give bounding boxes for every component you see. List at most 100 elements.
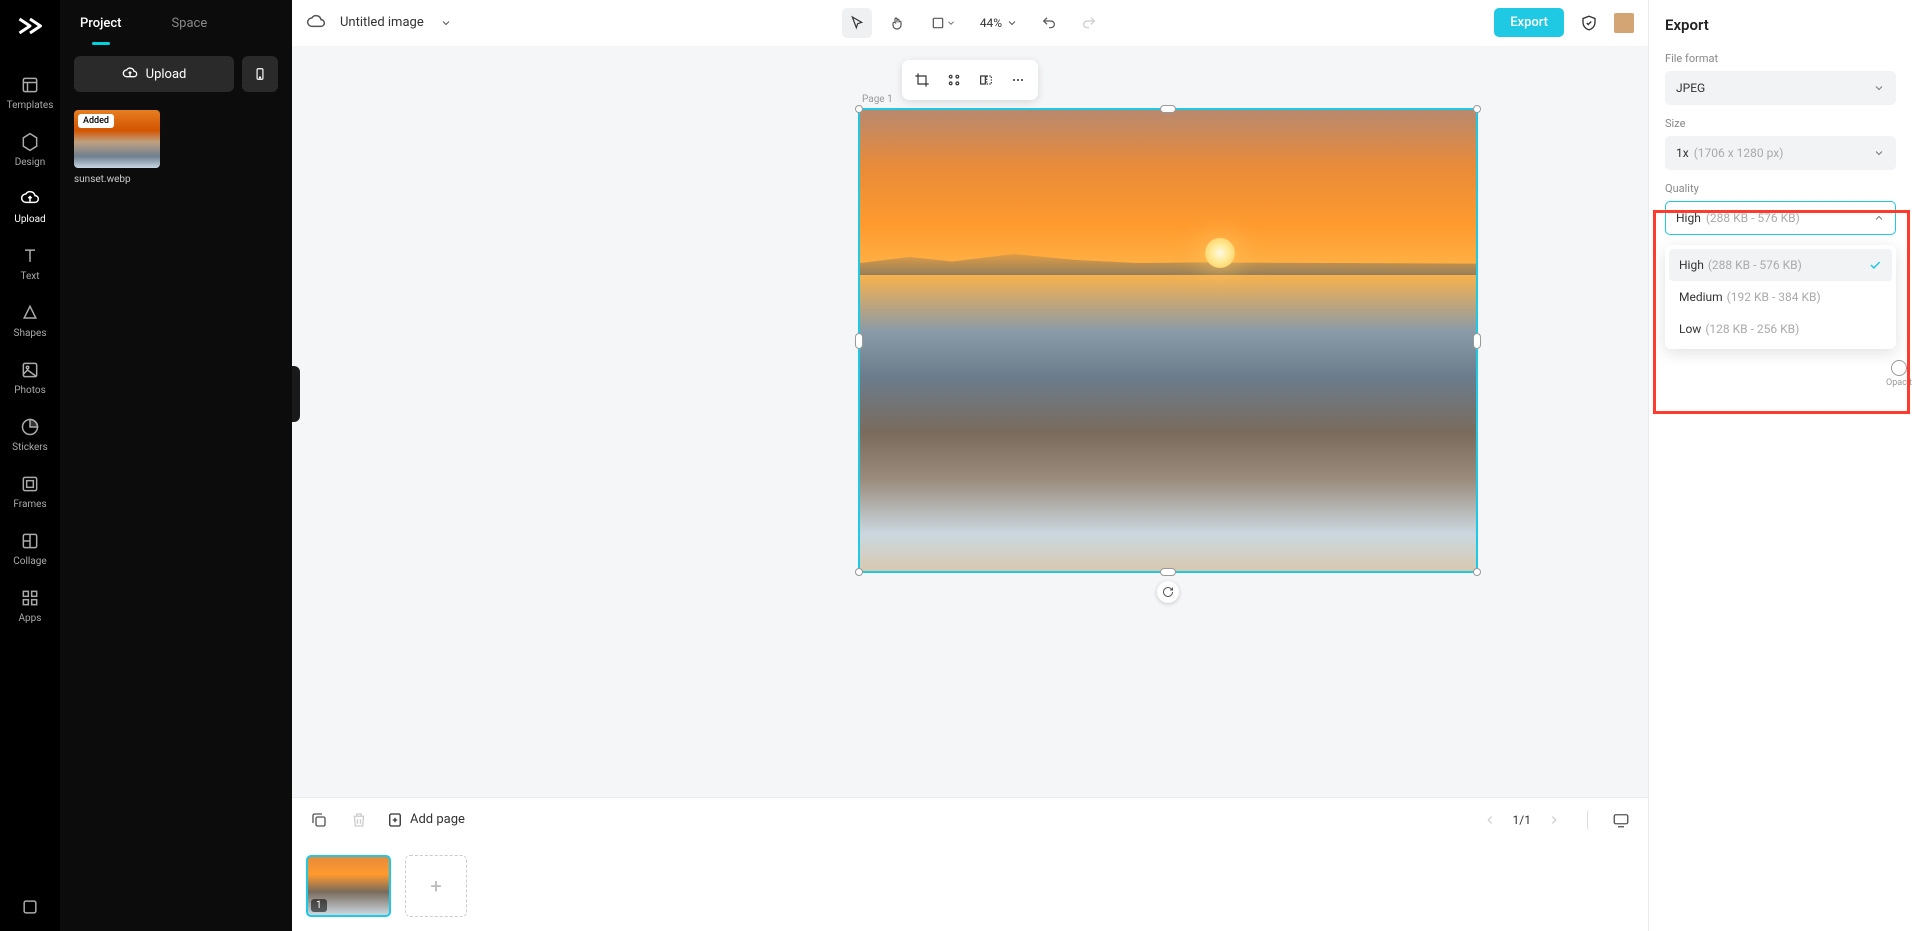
- rotate-handle[interactable]: [1157, 581, 1179, 603]
- assets-panel: Project Space Upload Added sunset.webp: [60, 0, 292, 931]
- page-label: Page 1: [862, 94, 893, 105]
- add-page-button[interactable]: Add page: [386, 811, 465, 829]
- canvas-size-button[interactable]: [928, 8, 958, 38]
- hand-tool[interactable]: [882, 8, 912, 38]
- chevron-down-icon[interactable]: [1006, 17, 1018, 29]
- rail-photos[interactable]: Photos: [0, 349, 60, 406]
- more-button[interactable]: [1004, 66, 1032, 94]
- opacity-control-peek: Opacit: [1886, 360, 1912, 388]
- user-avatar[interactable]: [1614, 13, 1634, 33]
- export-button[interactable]: Export: [1494, 8, 1564, 37]
- quality-option-low[interactable]: Low (128 KB - 256 KB): [1669, 313, 1892, 345]
- rail-label: Photos: [14, 385, 46, 396]
- rail-design[interactable]: Design: [0, 121, 60, 178]
- mobile-upload-button[interactable]: [242, 56, 278, 92]
- chevron-up-icon: [1873, 212, 1885, 224]
- present-button[interactable]: [1608, 807, 1634, 833]
- chevron-down-icon: [1873, 82, 1885, 94]
- size-select[interactable]: 1x (1706 x 1280 px): [1665, 136, 1896, 170]
- title-chevron-icon[interactable]: [440, 17, 452, 29]
- duplicate-page-button[interactable]: [306, 807, 332, 833]
- cloud-sync-icon[interactable]: [306, 13, 326, 33]
- crop-button[interactable]: [908, 66, 936, 94]
- option-name: Low: [1679, 322, 1701, 336]
- frame-icon: [930, 15, 946, 31]
- prev-page-button: [1477, 807, 1503, 833]
- rail-label: Templates: [7, 100, 54, 111]
- chevron-down-icon: [946, 18, 956, 28]
- panel-tabs: Project Space: [60, 0, 292, 46]
- frames-icon: [19, 473, 41, 495]
- undo-button[interactable]: [1034, 8, 1064, 38]
- option-hint: (192 KB - 384 KB): [1727, 290, 1821, 304]
- apps-icon: [19, 587, 41, 609]
- resize-handle-ml[interactable]: [855, 333, 863, 349]
- hand-icon: [889, 15, 905, 31]
- zoom-level[interactable]: 44%: [980, 16, 1002, 30]
- upload-button[interactable]: Upload: [74, 56, 234, 92]
- add-page-label: Add page: [410, 812, 465, 827]
- rail-label: Design: [15, 157, 46, 168]
- tab-project[interactable]: Project: [80, 2, 121, 45]
- select-tool[interactable]: [842, 8, 872, 38]
- next-page-button: [1541, 807, 1567, 833]
- rail-bottom-button[interactable]: [20, 883, 40, 931]
- tab-space[interactable]: Space: [171, 2, 207, 45]
- rail-collage[interactable]: Collage: [0, 520, 60, 577]
- rail-label: Apps: [19, 613, 42, 624]
- trash-icon: [350, 811, 368, 829]
- rail-shapes[interactable]: Shapes: [0, 292, 60, 349]
- resize-handle-mr[interactable]: [1473, 333, 1481, 349]
- asset-item[interactable]: Added sunset.webp: [74, 110, 160, 185]
- resize-handle-tl[interactable]: [855, 105, 863, 113]
- rail-apps[interactable]: Apps: [0, 577, 60, 634]
- shield-button[interactable]: [1574, 8, 1604, 38]
- thumbnail-number: 1: [311, 899, 327, 912]
- rail-label: Text: [20, 271, 39, 282]
- canvas-image[interactable]: [858, 108, 1478, 573]
- quality-select[interactable]: High (288 KB - 576 KB): [1665, 201, 1896, 235]
- add-page-thumbnail[interactable]: +: [405, 855, 467, 917]
- page-thumbnail[interactable]: 1: [306, 855, 391, 917]
- resize-handle-br[interactable]: [1473, 568, 1481, 576]
- redo-button[interactable]: [1074, 8, 1104, 38]
- quality-option-medium[interactable]: Medium (192 KB - 384 KB): [1669, 281, 1892, 313]
- rail-stickers[interactable]: Stickers: [0, 406, 60, 463]
- file-format-label: File format: [1665, 52, 1896, 65]
- collapse-panel-tab[interactable]: [292, 366, 300, 422]
- app-logo[interactable]: [12, 8, 48, 44]
- asset-thumbnail[interactable]: Added: [74, 110, 160, 168]
- bottom-bar: Add page 1/1: [292, 797, 1648, 841]
- resize-handle-tr[interactable]: [1473, 105, 1481, 113]
- file-format-select[interactable]: JPEG: [1665, 71, 1896, 105]
- option-hint: (288 KB - 576 KB): [1708, 258, 1802, 272]
- rail-templates[interactable]: Templates: [0, 64, 60, 121]
- quality-dropdown: High (288 KB - 576 KB) Medium (192 KB - …: [1665, 245, 1896, 349]
- quality-hint: (288 KB - 576 KB): [1706, 211, 1800, 225]
- templates-icon: [19, 74, 41, 96]
- present-icon: [1612, 811, 1630, 829]
- crop-icon: [914, 72, 930, 88]
- asset-filename: sunset.webp: [74, 174, 160, 185]
- resize-handle-bl[interactable]: [855, 568, 863, 576]
- quality-option-high[interactable]: High (288 KB - 576 KB): [1669, 249, 1892, 281]
- flip-icon: [978, 72, 994, 88]
- document-title[interactable]: Untitled image: [340, 15, 424, 30]
- size-value: 1x: [1676, 146, 1689, 160]
- option-hint: (128 KB - 256 KB): [1705, 322, 1799, 336]
- rail-text[interactable]: Text: [0, 235, 60, 292]
- shield-icon: [1580, 14, 1598, 32]
- opacity-icon: [1891, 360, 1907, 376]
- sparkle-icon: [946, 72, 962, 88]
- ai-tools-button[interactable]: [940, 66, 968, 94]
- rail-frames[interactable]: Frames: [0, 463, 60, 520]
- rail-label: Upload: [14, 214, 45, 225]
- flip-button[interactable]: [972, 66, 1000, 94]
- added-badge: Added: [78, 114, 114, 128]
- photos-icon: [19, 359, 41, 381]
- canvas-area[interactable]: Page 1: [292, 46, 1648, 797]
- resize-handle-bm[interactable]: [1160, 568, 1176, 576]
- chevron-right-icon: [1547, 813, 1561, 827]
- resize-handle-tm[interactable]: [1160, 105, 1176, 113]
- rail-upload[interactable]: Upload: [0, 178, 60, 235]
